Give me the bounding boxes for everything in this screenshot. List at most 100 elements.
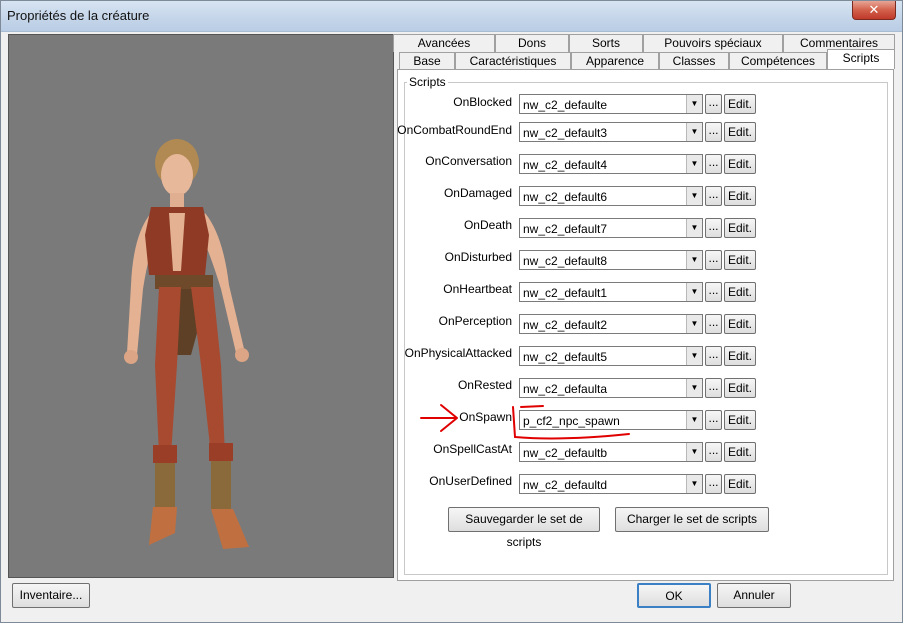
window-title: Propriétés de la créature [7,8,150,23]
edit-button[interactable]: Edit. [724,314,756,334]
script-row-ondeath: OnDeath nw_c2_default7 ▼ ... Edit. [404,218,884,240]
event-label: OnConversation [425,154,512,168]
tab-dons[interactable]: Dons [495,34,569,52]
script-combo[interactable]: nw_c2_default8 ▼ [519,250,703,270]
script-row-onblocked: OnBlocked nw_c2_defaulte ▼ ... Edit. [404,94,884,116]
chevron-down-icon[interactable]: ▼ [686,95,702,113]
browse-button[interactable]: ... [705,122,722,142]
chevron-down-icon[interactable]: ▼ [686,283,702,301]
edit-button[interactable]: Edit. [724,378,756,398]
browse-button[interactable]: ... [705,218,722,238]
edit-button[interactable]: Edit. [724,442,756,462]
title-bar[interactable]: Propriétés de la créature ✕ [1,1,902,32]
script-row-onuserdefined: OnUserDefined nw_c2_defaultd ▼ ... Edit. [404,474,884,496]
script-combo[interactable]: nw_c2_default7 ▼ [519,218,703,238]
chevron-down-icon[interactable]: ▼ [686,155,702,173]
browse-button[interactable]: ... [705,186,722,206]
ok-button[interactable]: OK [637,583,711,608]
event-label: OnUserDefined [429,474,512,488]
creature-properties-window: Propriétés de la créature ✕ Avancées Don… [0,0,903,623]
edit-button[interactable]: Edit. [724,218,756,238]
script-combo[interactable]: nw_c2_default1 ▼ [519,282,703,302]
edit-button[interactable]: Edit. [724,186,756,206]
browse-button[interactable]: ... [705,154,722,174]
tab-avancees[interactable]: Avancées [393,34,495,52]
browse-button[interactable]: ... [705,250,722,270]
scripts-group-label: Scripts [407,75,448,89]
tab-competences[interactable]: Compétences [729,52,827,70]
script-combo[interactable]: nw_c2_default3 ▼ [519,122,703,142]
chevron-down-icon[interactable]: ▼ [686,475,702,493]
edit-button[interactable]: Edit. [724,410,756,430]
script-combo[interactable]: nw_c2_default4 ▼ [519,154,703,174]
event-label: OnRested [457,378,512,392]
script-value: nw_c2_default7 [523,222,608,236]
script-value: nw_c2_default8 [523,254,608,268]
browse-button[interactable]: ... [705,442,722,462]
script-combo[interactable]: nw_c2_defaultb ▼ [519,442,703,462]
script-combo[interactable]: nw_c2_defaulta ▼ [519,378,703,398]
script-row-onperception: OnPerception nw_c2_default2 ▼ ... Edit. [404,314,884,336]
browse-button[interactable]: ... [705,94,722,114]
event-label: OnPhysicalAttacked [404,346,512,360]
load-script-set-button[interactable]: Charger le set de scripts [615,507,769,532]
browse-button[interactable]: ... [705,474,722,494]
script-combo[interactable]: nw_c2_default5 ▼ [519,346,703,366]
chevron-down-icon[interactable]: ▼ [686,379,702,397]
event-label: OnSpawn [459,410,512,424]
save-script-set-button[interactable]: Sauvegarder le set de scripts [448,507,600,549]
browse-button[interactable]: ... [705,410,722,430]
script-combo[interactable]: p_cf2_npc_spawn ▼ [519,410,703,430]
script-row-ondamaged: OnDamaged nw_c2_default6 ▼ ... Edit. [404,186,884,208]
chevron-down-icon[interactable]: ▼ [686,443,702,461]
script-value: p_cf2_npc_spawn [523,414,620,428]
tab-pouvoirs-speciaux[interactable]: Pouvoirs spéciaux [643,34,783,52]
chevron-down-icon[interactable]: ▼ [686,411,702,429]
browse-button[interactable]: ... [705,314,722,334]
tab-classes[interactable]: Classes [659,52,729,70]
chevron-down-icon[interactable]: ▼ [686,251,702,269]
cancel-button[interactable]: Annuler [717,583,791,608]
edit-button[interactable]: Edit. [724,122,756,142]
event-label: OnDamaged [443,186,512,200]
tab-scripts[interactable]: Scripts [827,49,895,69]
chevron-down-icon[interactable]: ▼ [686,347,702,365]
edit-button[interactable]: Edit. [724,94,756,114]
script-combo[interactable]: nw_c2_default6 ▼ [519,186,703,206]
edit-button[interactable]: Edit. [724,346,756,366]
edit-button[interactable]: Edit. [724,474,756,494]
edit-button[interactable]: Edit. [724,282,756,302]
script-value: nw_c2_default6 [523,190,608,204]
script-row-onphysicalattacked: OnPhysicalAttacked nw_c2_default5 ▼ ... E… [404,346,884,368]
script-value: nw_c2_default4 [523,158,608,172]
event-label: OnSpellCastAt [433,442,512,456]
creature-preview[interactable] [8,34,394,578]
script-row-onspawn: OnSpawn p_cf2_npc_spawn ▼ ... Edit. [404,410,884,432]
chevron-down-icon[interactable]: ▼ [686,123,702,141]
script-combo[interactable]: nw_c2_default2 ▼ [519,314,703,334]
chevron-down-icon[interactable]: ▼ [686,219,702,237]
event-label: OnBlocked [453,95,512,109]
edit-button[interactable]: Edit. [724,250,756,270]
script-combo[interactable]: nw_c2_defaultd ▼ [519,474,703,494]
script-row-onheartbeat: OnHeartbeat nw_c2_default1 ▼ ... Edit. [404,282,884,304]
script-row-oncombatroundend: OnCombatRoundEnd nw_c2_default3 ▼ ... Edi… [397,122,884,144]
script-row-onconversation: OnConversation nw_c2_default4 ▼ ... Edit. [404,154,884,176]
event-label: OnHeartbeat [443,282,512,296]
edit-button[interactable]: Edit. [724,154,756,174]
tab-sorts[interactable]: Sorts [569,34,643,52]
script-value: nw_c2_default2 [523,318,608,332]
tab-caracteristiques[interactable]: Caractéristiques [455,52,571,70]
tab-base[interactable]: Base [399,52,455,70]
script-combo[interactable]: nw_c2_defaulte ▼ [519,94,703,114]
script-row-ondisturbed: OnDisturbed nw_c2_default8 ▼ ... Edit. [404,250,884,272]
browse-button[interactable]: ... [705,378,722,398]
script-row-onrested: OnRested nw_c2_defaulta ▼ ... Edit. [404,378,884,400]
inventory-button[interactable]: Inventaire... [12,583,90,608]
browse-button[interactable]: ... [705,346,722,366]
tab-apparence[interactable]: Apparence [571,52,659,70]
chevron-down-icon[interactable]: ▼ [686,187,702,205]
chevron-down-icon[interactable]: ▼ [686,315,702,333]
close-button[interactable]: ✕ [852,1,896,20]
browse-button[interactable]: ... [705,282,722,302]
